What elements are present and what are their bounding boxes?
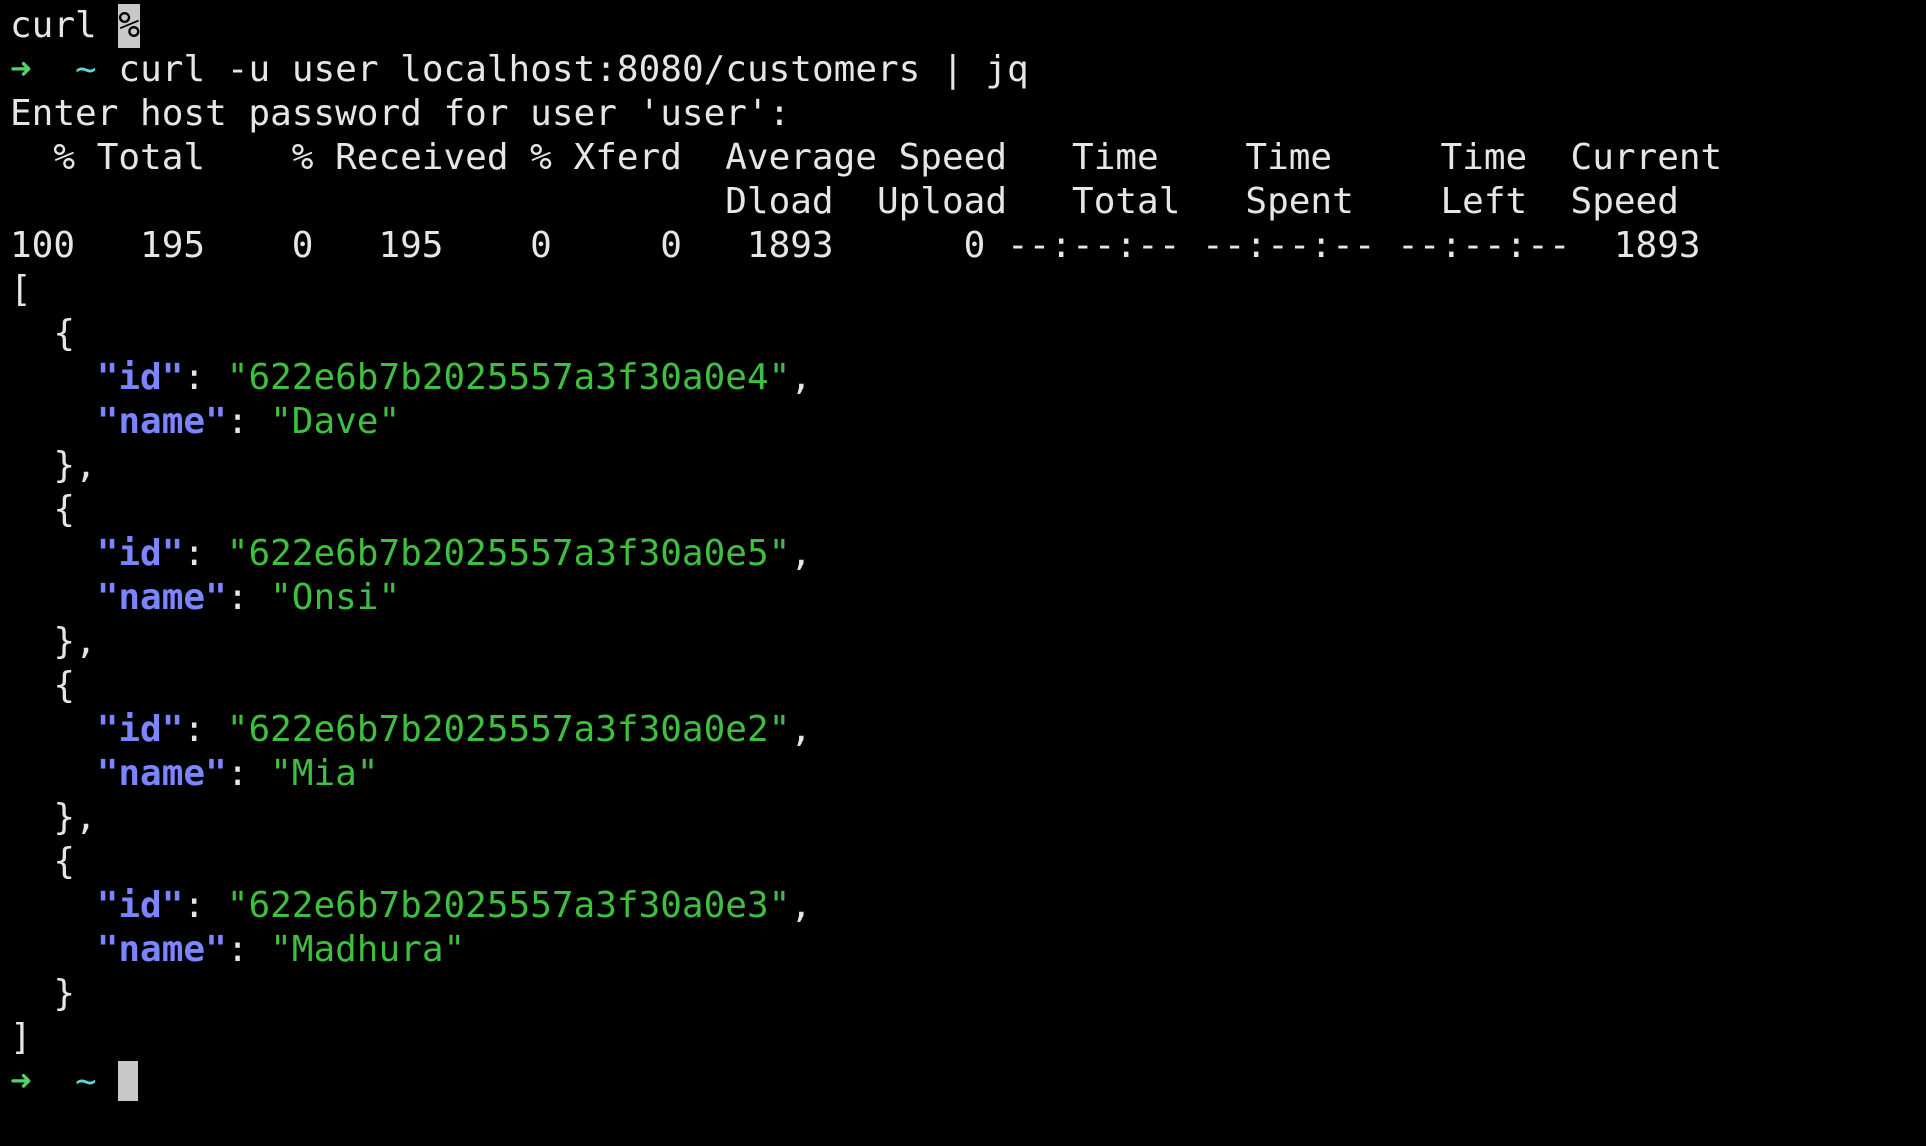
command-line: ➜ ~ curl -u user localhost:8080/customer… bbox=[10, 48, 1926, 92]
customer-name: "Dave" bbox=[270, 401, 401, 442]
json-open-brace: { bbox=[10, 313, 76, 354]
text-cursor[interactable] bbox=[118, 1061, 139, 1101]
prev-command: curl bbox=[10, 5, 97, 46]
json-id-line: "id": "622e6b7b2025557a3f30a0e5", bbox=[96, 533, 812, 574]
password-prompt: Enter host password for user 'user': bbox=[10, 93, 791, 134]
json-key-id: "id" bbox=[96, 357, 184, 398]
customer-name: "Mia" bbox=[270, 753, 379, 794]
customer-name: "Onsi" bbox=[270, 577, 401, 618]
prompt-directory: ~ bbox=[75, 49, 97, 90]
customer-name: "Madhura" bbox=[270, 929, 466, 970]
json-open-brace: { bbox=[10, 841, 76, 882]
json-open-brace: { bbox=[10, 489, 76, 530]
command-text: curl -u user localhost:8080/customers | … bbox=[118, 49, 1029, 90]
customer-id: "622e6b7b2025557a3f30a0e4" bbox=[226, 357, 791, 398]
json-key-id: "id" bbox=[96, 885, 184, 926]
customer-id: "622e6b7b2025557a3f30a0e3" bbox=[226, 885, 791, 926]
progress-values: 100 195 0 195 0 0 1893 0 --:--:-- --:--:… bbox=[10, 225, 1701, 266]
active-prompt-line[interactable]: ➜ ~ bbox=[10, 1060, 1926, 1104]
json-id-line: "id": "622e6b7b2025557a3f30a0e3", bbox=[96, 885, 812, 926]
json-id-line: "id": "622e6b7b2025557a3f30a0e4", bbox=[96, 357, 812, 398]
json-id-line: "id": "622e6b7b2025557a3f30a0e2", bbox=[96, 709, 812, 750]
json-name-line: "name": "Dave" bbox=[96, 401, 401, 442]
customer-id: "622e6b7b2025557a3f30a0e5" bbox=[226, 533, 791, 574]
json-key-id: "id" bbox=[96, 709, 184, 750]
progress-header-1: % Total % Received % Xferd Average Speed… bbox=[10, 137, 1723, 178]
customer-id: "622e6b7b2025557a3f30a0e2" bbox=[226, 709, 791, 750]
terminal-window[interactable]: curl % ➜ ~ curl -u user localhost:8080/c… bbox=[0, 0, 1926, 1146]
json-name-line: "name": "Onsi" bbox=[96, 577, 401, 618]
json-close-brace: }, bbox=[10, 621, 97, 662]
progress-header-2: Dload Upload Total Spent Left Speed bbox=[10, 181, 1679, 222]
json-key-name: "name" bbox=[96, 753, 227, 794]
arrow-icon: ➜ bbox=[10, 1061, 32, 1102]
json-key-name: "name" bbox=[96, 577, 227, 618]
json-close-brace: }, bbox=[10, 445, 97, 486]
json-close-brace: }, bbox=[10, 797, 97, 838]
json-open-brace: { bbox=[10, 665, 76, 706]
json-key-name: "name" bbox=[96, 401, 227, 442]
prev-prompt-symbol: % bbox=[118, 4, 141, 48]
json-open-bracket: [ bbox=[10, 269, 32, 310]
json-name-line: "name": "Madhura" bbox=[96, 929, 466, 970]
json-close-bracket: ] bbox=[10, 1017, 32, 1058]
prompt-directory: ~ bbox=[75, 1061, 97, 1102]
json-key-name: "name" bbox=[96, 929, 227, 970]
json-name-line: "name": "Mia" bbox=[96, 753, 379, 794]
arrow-icon: ➜ bbox=[10, 49, 32, 90]
json-key-id: "id" bbox=[96, 533, 184, 574]
prev-prompt-line: curl % bbox=[10, 4, 1926, 48]
json-close-brace: } bbox=[10, 973, 76, 1014]
